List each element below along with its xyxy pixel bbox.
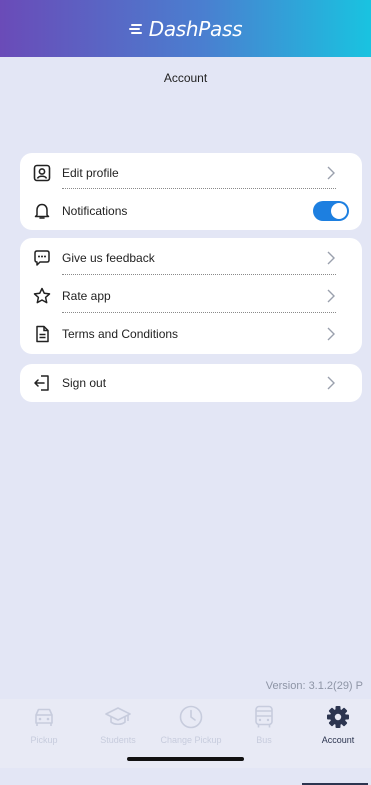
sign-out-label: Sign out [62,376,107,390]
tab-students[interactable]: Students [83,703,153,753]
graduation-cap-icon [105,707,131,726]
bell-icon [32,201,52,221]
tab-label: Change Pickup [160,735,222,745]
terms-label: Terms and Conditions [62,326,179,341]
dash-logo-icon [128,23,142,34]
session-card: Sign out [20,364,362,402]
document-icon [32,324,52,344]
feedback-row[interactable]: Give us feedback [20,238,362,277]
divider [62,274,336,275]
tab-pickup[interactable]: Pickup [9,703,79,753]
divider [62,188,336,189]
tab-label: Pickup [30,735,58,745]
tab-label: Account [321,735,355,745]
edit-profile-row[interactable]: Edit profile [20,153,362,192]
clock-icon [179,705,203,729]
chevron-right-icon [327,251,335,264]
brand-name: DashPass [148,16,243,41]
car-icon [35,708,53,726]
version-label: Version: 3.1.2(29) P [265,680,363,692]
rate-app-label: Rate app [62,288,111,303]
profile-icon [32,163,52,183]
divider [62,312,336,313]
profile-card: Edit profile Notifications [20,153,362,230]
sign-out-icon [32,373,52,393]
feedback-label: Give us feedback [62,250,155,265]
app-header: DashPass [0,0,371,57]
notifications-toggle[interactable] [313,200,349,221]
gear-icon [327,706,349,728]
chevron-right-icon [327,289,335,302]
tab-label: Students [100,735,136,745]
chat-bubble-icon [32,248,52,268]
page-title: Account [163,71,208,85]
support-card: Give us feedback Rate app Terms and Cond… [20,238,362,354]
notifications-label: Notifications [62,203,128,218]
bus-icon [255,705,273,728]
chevron-right-icon [327,376,335,390]
chevron-right-icon [327,327,335,340]
tab-change-pickup[interactable]: Change Pickup [156,703,226,753]
home-indicator [127,757,244,761]
rate-app-row[interactable]: Rate app [20,276,362,315]
notifications-row: Notifications [20,191,362,230]
brand-logo: DashPass [128,16,243,41]
tab-account[interactable]: Account [303,703,371,753]
chevron-right-icon [327,166,335,179]
toggle-knob [331,202,347,219]
sign-out-row[interactable]: Sign out [20,364,362,402]
edit-profile-label: Edit profile [62,165,119,180]
terms-row[interactable]: Terms and Conditions [20,314,362,353]
tab-label: Bus [256,735,272,745]
tab-bus[interactable]: Bus [229,703,299,753]
star-icon [32,286,52,306]
